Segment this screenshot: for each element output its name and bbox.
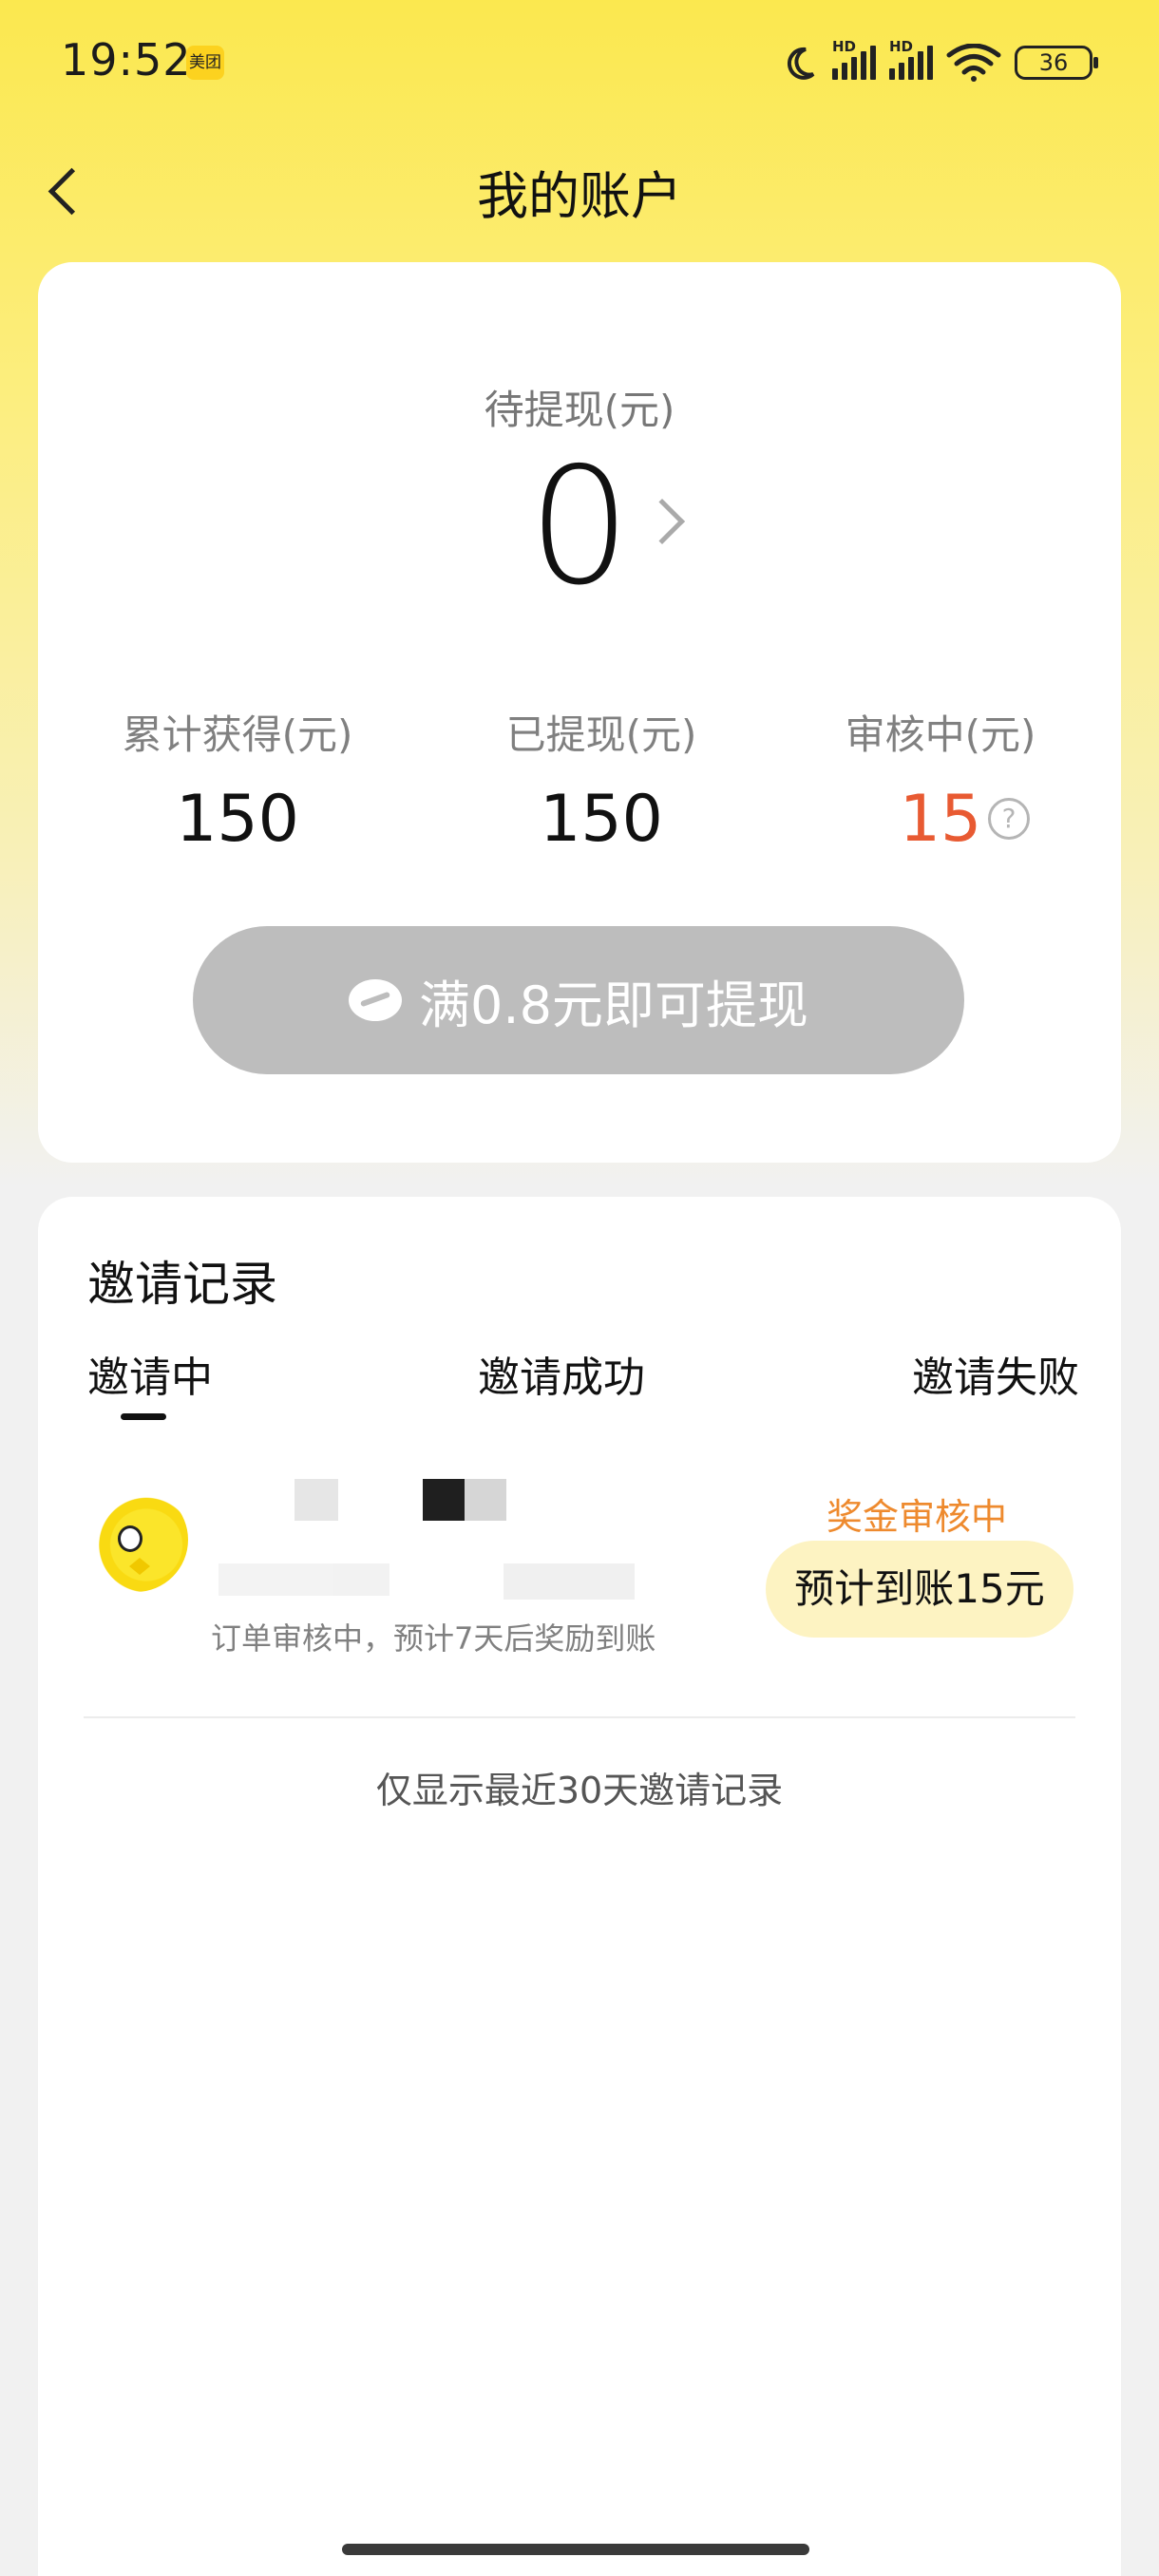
withdraw-button-label: 满0.8元即可提现 (419, 975, 808, 1035)
status-time: 19:52 (61, 34, 192, 85)
tab-invite-success[interactable]: 邀请成功 (478, 1343, 645, 1404)
redacted-info-block (332, 1563, 390, 1596)
stat-withdrawn: 已提现(元) 150 (421, 703, 782, 857)
tab-invite-failed[interactable]: 邀请失败 (912, 1343, 1079, 1404)
reward-estimate-badge: 预计到账15元 (766, 1541, 1074, 1638)
page-title: 我的账户 (477, 166, 682, 226)
stat-label: 累计获得(元) (122, 711, 353, 758)
stat-under-review: 审核中(元) 15 (760, 703, 1121, 857)
signal-icon: HD (832, 38, 876, 80)
footer-note: 仅显示最近30天邀请记录 (375, 1770, 784, 1811)
stat-value: 150 (540, 782, 663, 857)
pending-withdraw-label: 待提现(元) (484, 387, 675, 433)
home-indicator[interactable] (342, 2544, 809, 2555)
tab-inviting[interactable]: 邀请中 (87, 1343, 213, 1404)
signal-icon-2: HD (889, 38, 933, 80)
reward-status: 奖金审核中 (826, 1496, 1008, 1538)
help-icon[interactable]: ? (988, 798, 1030, 840)
wifi-icon (946, 44, 1001, 82)
stat-value: 150 (176, 782, 299, 857)
redacted-name-block (294, 1479, 338, 1521)
stat-value: 15 (899, 782, 982, 857)
hd-label-2: HD (889, 38, 914, 55)
pending-withdraw-amount[interactable]: 0 (0, 446, 1159, 608)
hd-label: HD (832, 38, 857, 55)
status-icons: HD HD 36 (781, 34, 1098, 91)
stat-total-earned: 累计获得(元) 150 (57, 703, 418, 857)
redacted-info-block (504, 1563, 635, 1600)
battery-icon: 36 (1015, 46, 1098, 80)
section-title: 邀请记录 (87, 1257, 277, 1312)
active-tab-indicator (121, 1413, 166, 1420)
wechat-icon (349, 979, 403, 1021)
moon-icon (787, 47, 815, 80)
divider (84, 1716, 1075, 1718)
record-description: 订单审核中，预计7天后奖励到账 (211, 1620, 656, 1657)
redacted-info-block (218, 1563, 342, 1596)
withdraw-button[interactable]: 满0.8元即可提现 (193, 926, 964, 1074)
stat-label: 已提现(元) (505, 711, 697, 758)
avatar (84, 1487, 188, 1592)
redacted-name-block (423, 1479, 465, 1521)
redacted-name-block (465, 1479, 506, 1521)
stat-label: 审核中(元) (845, 711, 1036, 758)
meituan-app-icon: 美团 (186, 46, 224, 80)
